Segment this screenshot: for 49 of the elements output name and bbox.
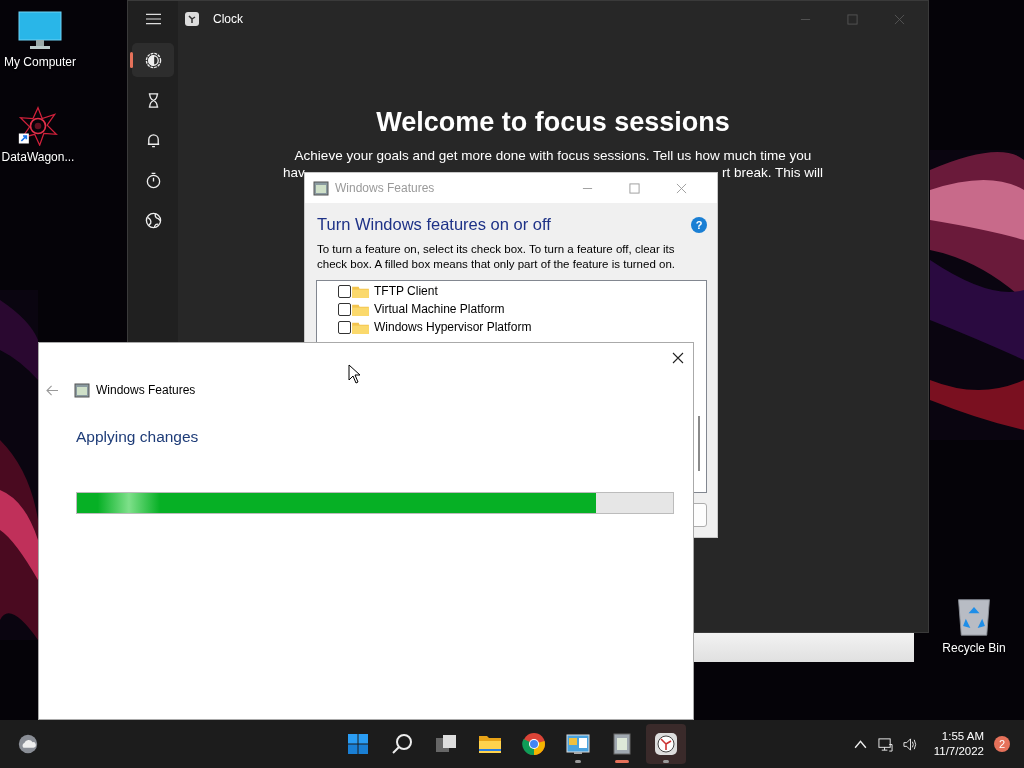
focus-heading: Welcome to focus sessions — [376, 107, 730, 138]
desktop-icon-label[interactable]: My Computer — [4, 55, 76, 69]
desktop-icon-label[interactable]: Recycle Bin — [942, 641, 1006, 655]
folder-icon — [352, 302, 369, 316]
feature-label[interactable]: TFTP Client — [374, 284, 438, 298]
back-arrow-icon[interactable] — [46, 384, 59, 396]
start-icon — [346, 732, 370, 756]
cursor-icon — [348, 364, 360, 384]
features-icon — [610, 732, 634, 756]
scrollbar-thumb[interactable] — [698, 416, 700, 471]
features-description: To turn a feature on, select its check box. To turn a feature off, clear its check box. A filled box means that only part of the feature is turned on. — [316, 242, 676, 272]
focus-icon — [144, 51, 162, 69]
window-title: Clock — [213, 12, 243, 26]
dialog-title: Windows Features — [96, 383, 196, 397]
control-panel-icon — [566, 732, 590, 756]
window-title: Windows Features — [335, 181, 435, 195]
status-heading: Applying changes — [76, 428, 200, 446]
help-button[interactable]: ? — [691, 216, 707, 233]
cloud-icon[interactable] — [17, 733, 39, 755]
stopwatch-icon — [144, 171, 162, 189]
menu-icon[interactable] — [145, 13, 161, 25]
desktop-icon-label[interactable]: DataWagon... — [1, 150, 75, 164]
focus-description: hav — [283, 165, 305, 180]
monitor-icon[interactable] — [18, 11, 62, 51]
checkbox[interactable] — [338, 320, 351, 334]
focus-description: rt break. This will — [721, 165, 823, 180]
features-icon — [313, 180, 329, 196]
features-icon — [74, 382, 90, 398]
taskbar-app[interactable] — [646, 724, 686, 764]
checkbox[interactable] — [338, 302, 351, 316]
close-icon[interactable] — [672, 352, 684, 364]
globe-icon — [144, 211, 162, 229]
search-icon — [390, 732, 414, 756]
clock-icon — [184, 11, 200, 27]
clock-time[interactable]: 1:55 AM — [941, 729, 984, 744]
focus-description: Achieve your goals and get more done with focus sessions. Tell us how much time you — [294, 148, 812, 163]
features-heading: Turn Windows features on or off — [317, 215, 552, 234]
clock-date[interactable]: 11/7/2022 — [933, 744, 984, 759]
nav-item[interactable] — [132, 43, 174, 77]
browser-icon — [522, 732, 546, 756]
clock-icon — [654, 732, 678, 756]
folder-icon — [352, 284, 369, 298]
folder-icon — [352, 320, 369, 334]
feature-label[interactable]: Windows Hypervisor Platform — [374, 320, 532, 334]
volume-icon[interactable] — [902, 736, 918, 752]
star-shortcut-icon[interactable] — [16, 106, 60, 146]
checkbox[interactable] — [338, 284, 351, 298]
feature-label[interactable]: Virtual Machine Platform — [374, 302, 505, 316]
network-icon[interactable] — [877, 736, 893, 752]
